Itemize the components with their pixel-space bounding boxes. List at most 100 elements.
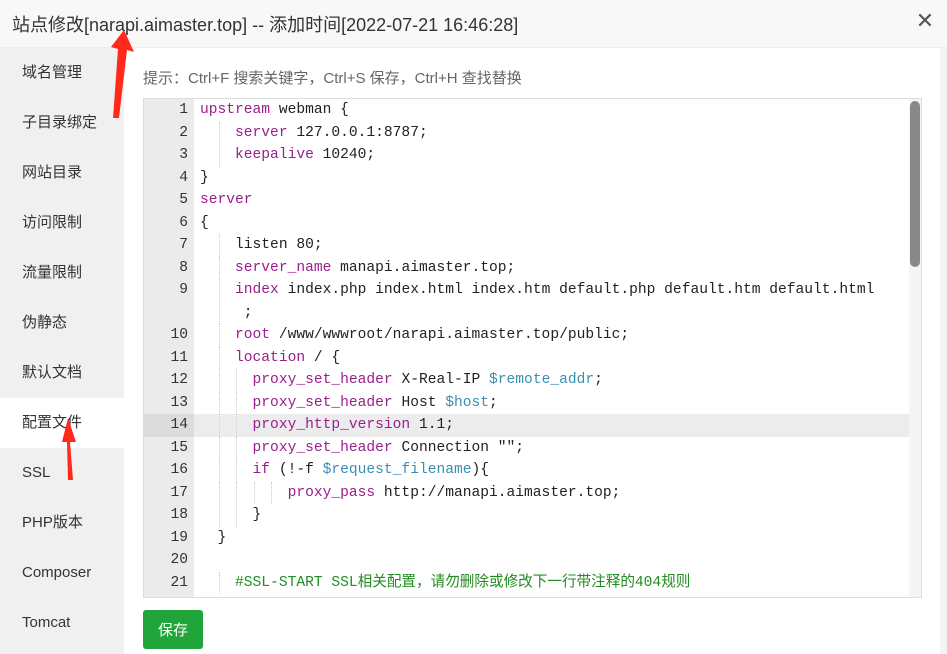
code-token: http://manapi.aimaster.top; [383,484,621,501]
code-line: 1 upstream webman { [144,99,921,122]
line-number: 20 [170,552,188,568]
code-token: 1.1; [418,417,454,433]
keyword: root [235,327,271,343]
sidebar: 域名管理 子目录绑定 网站目录 访问限制 流量限制 伪静态 默认文档 配置文件 SSL PHP版本… [0,48,124,654]
sidebar-item[interactable]: PHP版本 [0,498,124,548]
keyword: upstream [200,102,271,118]
code-text: server 127.0.0.1:8787; [200,122,428,145]
code-token: webman { [278,102,349,118]
code-line: 7 listen 80; [144,234,921,257]
keyword: proxy_http_version [252,417,411,433]
sidebar-item[interactable]: 默认文档 [0,348,124,398]
code-line: 13 proxy_set_header Host $host; [144,391,921,415]
code-line: 17 proxy_pass http://manapi.aimaster.top… [144,481,921,505]
code-text: } [200,167,209,190]
code-token: listen 80; [235,237,323,253]
line-number: 21 [170,574,188,591]
keyword: server_name [235,259,332,276]
code-text: server [200,189,253,212]
code-line: 21 #SSL-START SSL相关配置，请勿删除或修改下一行带注释的404规… [144,571,921,595]
line-number: 14 [144,414,194,437]
sidebar-item[interactable]: 伪静态 [0,298,124,348]
variable: $host [445,394,490,411]
code-token: Host [401,394,437,411]
code-text: if (!-f $request_filename){ [200,459,489,482]
code-line: 9 index index.php index.html index.htm d… [144,279,921,324]
save-button[interactable]: 保存 [143,610,203,649]
line-number: 16 [170,462,188,478]
line-number: 5 [179,192,188,208]
close-icon[interactable]: ✕ [911,8,939,34]
keyword: if [252,462,271,478]
code-token: } [200,169,209,186]
dialog-title: 站点修改[narapi.aimaster.top] -- 添加时间[2022-0… [12,15,519,35]
code-token: Connection ""; [401,439,525,456]
code-text: location / { [200,347,340,370]
line-number: 18 [170,507,188,523]
code-text: proxy_http_version 1.1; [200,414,454,437]
line-number: 11 [170,349,188,366]
sidebar-item[interactable]: 子目录绑定 [0,98,124,148]
sidebar-item[interactable]: Composer [0,548,124,598]
variable: $request_filename [322,462,472,478]
sidebar-item[interactable]: Tomcat [0,598,124,648]
sidebar-item[interactable]: 域名管理 [0,48,124,98]
code-text: upstream webman { [200,99,349,122]
code-text: keepalive 10240; [200,144,375,167]
code-token: ; [594,372,603,388]
code-line: 8 server_name manapi.aimaster.top; [144,256,921,280]
code-line: 5 server [144,189,921,212]
code-text: proxy_pass http://manapi.aimaster.top; [200,482,621,505]
line-number: 4 [179,169,188,186]
scrollbar-thumb[interactable] [910,101,920,267]
sidebar-item[interactable]: SSL [0,448,124,498]
line-number: 15 [170,439,188,456]
code-text: proxy_set_header Host $host; [200,392,498,415]
code-line: 18 } [144,504,921,527]
sidebar-item[interactable]: 流量限制 [0,248,124,298]
code-line: 14 proxy_http_version 1.1; [144,414,921,437]
scrollbar[interactable] [909,99,921,597]
code-line: 12 proxy_set_header X-Real-IP $remote_ad… [144,369,921,392]
code-text: index index.php index.html index.htm def… [200,279,874,324]
code-token: (!-f [278,462,314,478]
code-text: proxy_set_header X-Real-IP $remote_addr; [200,369,603,392]
code-token: } [217,529,227,546]
sidebar-item[interactable]: 访问限制 [0,198,124,248]
code-line: 19 } [144,527,921,550]
sidebar-item[interactable]: 配置文件 [0,398,124,448]
line-number: 13 [170,394,188,411]
editor-hint: 提示：Ctrl+F 搜索关键字，Ctrl+S 保存，Ctrl+H 查找替换 [143,70,522,87]
code-token: ; [489,394,498,411]
code-line: 20 [144,549,921,572]
code-text: server_name manapi.aimaster.top; [200,257,515,280]
code-token: / { [313,349,341,366]
code-text: { [200,212,209,235]
code-lines[interactable]: 1 upstream webman { 2 server 127.0.0.1:878… [144,99,921,594]
keyword: location [235,349,306,366]
dialog-titlebar: 站点修改[narapi.aimaster.top] -- 添加时间[2022-0… [0,0,947,48]
code-token: /www/wwwroot/narapi.aimaster.top/public; [278,327,630,343]
code-line: 10 root /www/wwwroot/narapi.aimaster.top… [144,324,921,347]
code-text: root /www/wwwroot/narapi.aimaster.top/pu… [200,324,629,347]
sidebar-item[interactable]: 网站目录 [0,148,124,198]
code-token: manapi.aimaster.top; [340,259,516,276]
code-editor[interactable]: 1 upstream webman { 2 server 127.0.0.1:878… [143,98,922,598]
code-line: 6{ [144,212,921,235]
right-strip [940,48,947,654]
code-line: 16 if (!-f $request_filename){ [144,459,921,482]
line-number: 19 [170,529,188,546]
code-line: 11 location / { [144,346,921,370]
line-number: 12 [170,372,188,388]
keyword: server [235,124,288,141]
code-line: 4} [144,167,921,190]
line-number: 10 [170,327,188,343]
keyword: server [200,192,253,208]
line-number: 6 [179,214,188,231]
code-line: 3 keepalive 10240; [144,144,921,167]
line-number: 8 [179,259,188,276]
code-token: index.php index.html index.htm default.p… [243,282,875,321]
line-number: 2 [179,124,188,141]
code-text: proxy_set_header Connection ""; [200,437,525,460]
code-text: #SSL-START SSL相关配置，请勿删除或修改下一行带注释的404规则 [200,572,690,595]
